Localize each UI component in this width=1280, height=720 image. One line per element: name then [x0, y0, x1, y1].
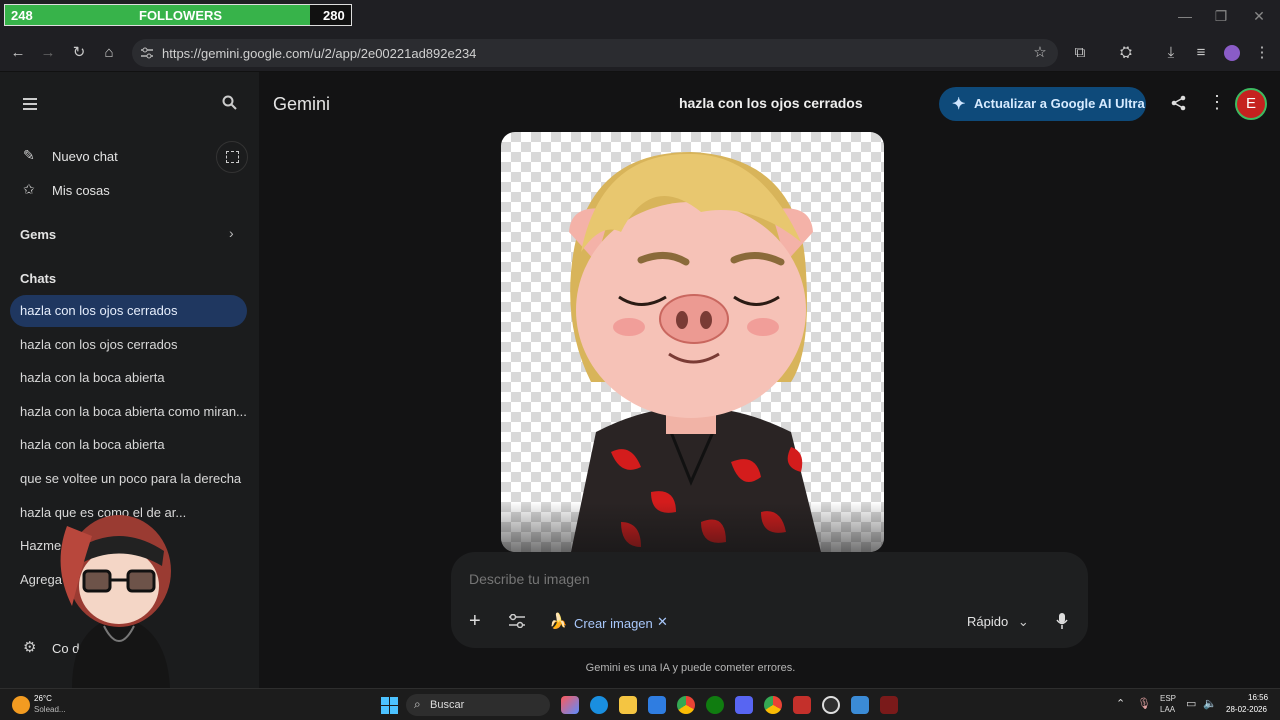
chats-header: Chats — [20, 271, 57, 286]
address-bar[interactable]: https://gemini.google.com/u/2/app/2e0022… — [132, 39, 1058, 67]
chevron-up-icon[interactable]: ⌃ — [1116, 697, 1125, 710]
sparkle-icon: ✦ — [952, 96, 966, 113]
store-icon[interactable] — [648, 696, 666, 714]
followers-goal: 280 — [323, 8, 345, 23]
banana-icon: 🍌 — [549, 613, 568, 630]
app-icon[interactable] — [880, 696, 898, 714]
site-settings-icon[interactable] — [140, 46, 154, 60]
upgrade-button[interactable]: ✦ Actualizar a Google AI Ultra — [939, 87, 1146, 121]
temporary-chat-icon — [226, 151, 239, 163]
followers-progress-bar: 248 FOLLOWERS 280 — [4, 4, 352, 26]
network-icon[interactable]: ▭ — [1186, 697, 1196, 710]
create-image-label: Crear imagen — [574, 616, 653, 631]
window-title-bar: 248 FOLLOWERS 280 — ❐ ✕ — [0, 0, 1280, 34]
clock-date[interactable]: 28-02-2026 — [1226, 705, 1267, 714]
remove-chip-icon[interactable]: ✕ — [657, 614, 668, 630]
clock-time[interactable]: 16:56 — [1248, 693, 1268, 702]
url-text[interactable]: https://gemini.google.com/u/2/app/2e0022… — [162, 46, 476, 61]
language-top[interactable]: ESP — [1160, 694, 1176, 703]
file-explorer-icon[interactable] — [619, 696, 637, 714]
photos-icon[interactable] — [851, 696, 869, 714]
main-content: Gemini hazla con los ojos cerrados ✦ Act… — [259, 72, 1280, 688]
forward-icon[interactable]: → — [37, 42, 59, 64]
gems-section[interactable]: Gems — [20, 227, 56, 242]
search-icon: ⌕ — [414, 697, 421, 711]
home-icon[interactable]: ⌂ — [98, 42, 120, 64]
media-queue-icon[interactable]: ≡ — [1190, 42, 1212, 64]
language-bottom[interactable]: LAA — [1160, 705, 1175, 714]
chat-item[interactable]: hazla con la boca abierta como miran... — [10, 396, 247, 428]
share-icon[interactable] — [1171, 95, 1187, 111]
windows-start-icon[interactable] — [381, 697, 398, 714]
sidebar: ✎ Nuevo chat ✩ Mis cosas Gems › Chats ha… — [0, 72, 259, 688]
followers-current: 248 — [11, 8, 33, 23]
browser-toolbar: ← → ↻ ⌂ https://gemini.google.com/u/2/ap… — [0, 34, 1280, 72]
recording-app-icon[interactable] — [793, 696, 811, 714]
temporary-chat-button[interactable] — [216, 141, 248, 173]
chat-title: hazla con los ojos cerrados — [679, 95, 863, 111]
weather-desc: Solead... — [34, 705, 66, 714]
hamburger-menu-icon[interactable] — [23, 98, 39, 110]
reload-icon[interactable]: ↻ — [68, 42, 90, 64]
chat-item-active[interactable]: hazla con los ojos cerrados — [10, 295, 247, 327]
gear-icon: ⚙ — [23, 639, 37, 656]
generated-image[interactable] — [501, 132, 884, 552]
copilot-icon[interactable] — [561, 696, 579, 714]
prompt-composer: + 🍌 Crear imagen ✕ Rápido ⌄ — [451, 552, 1088, 648]
chat-item[interactable]: que se voltee un poco para la derecha — [10, 463, 247, 495]
mode-selector[interactable]: Rápido ⌄ — [967, 614, 1029, 630]
incognito-icon[interactable]: ⛭ — [1115, 42, 1137, 64]
chrome-icon[interactable] — [677, 696, 695, 714]
new-chat-label: Nuevo chat — [52, 149, 118, 164]
taskbar-search-label: Buscar — [430, 699, 465, 711]
download-icon[interactable]: ⤓ — [1160, 42, 1182, 64]
weather-temp: 26°C — [34, 694, 52, 703]
chat-item[interactable]: hazla con la boca abierta — [10, 429, 247, 461]
followers-label: FOLLOWERS — [139, 8, 223, 23]
obs-icon[interactable] — [822, 696, 840, 714]
chrome-profile-icon[interactable] — [764, 696, 782, 714]
account-avatar[interactable]: E — [1235, 88, 1267, 120]
edit-icon: ✎ — [23, 147, 35, 163]
chevron-down-icon: ⌄ — [1017, 614, 1029, 629]
disclaimer-text: Gemini es una IA y puede cometer errores… — [585, 662, 796, 674]
maximize-icon[interactable]: ❐ — [1211, 8, 1231, 26]
mode-label: Rápido — [967, 614, 1009, 629]
minimize-icon[interactable]: — — [1175, 8, 1195, 26]
taskbar-search-box[interactable]: ⌕ Buscar — [406, 694, 550, 716]
chat-item[interactable]: hazla con la boca abierta — [10, 362, 247, 394]
back-icon[interactable]: ← — [7, 42, 29, 64]
app-title[interactable]: Gemini — [273, 94, 330, 115]
search-icon[interactable] — [222, 95, 238, 111]
microphone-icon[interactable] — [1056, 613, 1068, 629]
streamer-avatar-overlay — [60, 515, 171, 688]
discord-icon[interactable] — [735, 696, 753, 714]
add-attachment-icon[interactable]: + — [469, 610, 481, 633]
upgrade-label: Actualizar a Google AI Ultra — [974, 96, 1145, 111]
prompt-input[interactable] — [469, 568, 1049, 590]
my-stuff-label: Mis cosas — [52, 183, 110, 198]
volume-icon[interactable]: 🔈 — [1203, 697, 1217, 710]
windows-taskbar: 26°C Solead... ⌕ Buscar ⌃ 🎙 ESP LAA ▭ 🔈 … — [0, 688, 1280, 720]
xbox-icon[interactable] — [706, 696, 724, 714]
gems-label: Gems — [20, 227, 57, 242]
tools-icon[interactable] — [509, 614, 525, 628]
weather-icon[interactable] — [12, 696, 30, 714]
chat-item[interactable]: hazla con los ojos cerrados — [10, 329, 247, 361]
close-icon[interactable]: ✕ — [1249, 8, 1269, 26]
menu-dots-icon[interactable]: ⋮ — [1251, 42, 1273, 64]
microphone-tray-icon[interactable]: 🎙 — [1137, 697, 1151, 710]
profile-avatar-icon[interactable] — [1221, 42, 1243, 64]
extensions-icon[interactable]: ⧉ — [1069, 42, 1091, 64]
edge-icon[interactable] — [590, 696, 608, 714]
my-stuff-icon: ✩ — [23, 181, 35, 197]
more-options-icon[interactable]: ⋮ — [1208, 92, 1226, 113]
bookmark-star-icon[interactable]: ☆ — [1029, 42, 1051, 64]
chevron-right-icon[interactable]: › — [229, 225, 234, 241]
pig-character-image — [501, 152, 884, 552]
